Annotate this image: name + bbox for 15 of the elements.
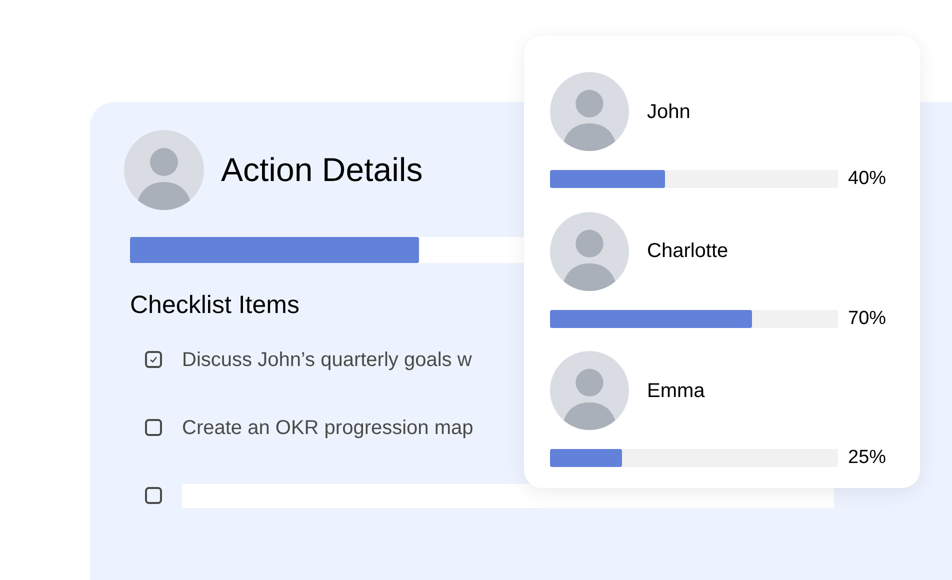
percent-label: 40%: [848, 167, 886, 191]
input-field[interactable]: [182, 484, 834, 508]
person-name: Charlotte: [647, 239, 728, 264]
section-heading: Checklist Items: [130, 290, 300, 321]
person-name: John: [647, 100, 690, 124]
checkbox[interactable]: [145, 487, 162, 504]
checked-checkbox[interactable]: [145, 351, 162, 368]
checklist-text: Discuss John’s quarterly goals w: [182, 348, 472, 372]
checklist-text: Create an OKR progression map: [182, 416, 474, 440]
percent-label: 70%: [848, 306, 886, 330]
card-title: Action Details: [221, 150, 423, 190]
person-name: Emma: [647, 378, 705, 404]
checkbox[interactable]: [145, 419, 162, 436]
percent-label: 25%: [848, 446, 886, 470]
check-icon: [149, 355, 158, 364]
